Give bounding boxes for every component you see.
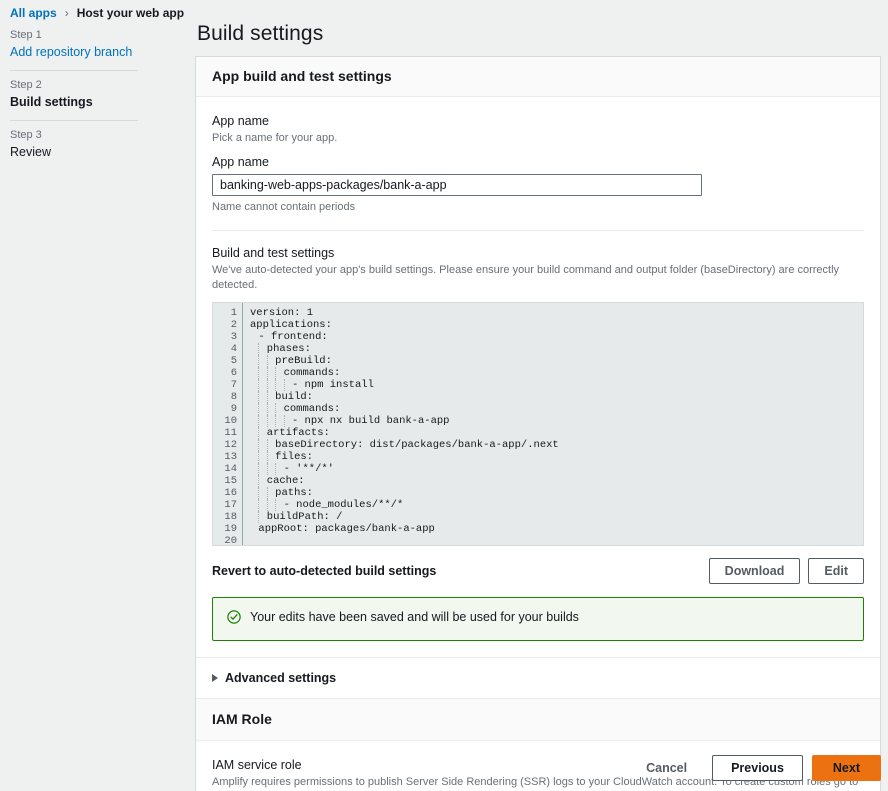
edit-button[interactable]: Edit [808, 558, 864, 584]
editor-code-line: commands: [250, 403, 863, 415]
app-name-label: App name [212, 155, 864, 169]
editor-line-number: 19 [213, 523, 237, 535]
card-body: App name Pick a name for your app. App n… [196, 97, 880, 657]
editor-line-number: 9 [213, 403, 237, 415]
card-header-title: App build and test settings [212, 68, 864, 84]
editor-code-line: - npm install [250, 379, 863, 391]
wizard-step-3-number: Step 3 [10, 128, 138, 143]
page-title: Build settings [197, 22, 881, 46]
advanced-settings-section[interactable]: Advanced settings [196, 657, 880, 698]
wizard-step-1-label[interactable]: Add repository branch [10, 44, 138, 61]
wizard-step-3-label: Review [10, 144, 138, 161]
build-test-section: Build and test settings We've auto-detec… [212, 245, 864, 641]
wizard-step-2-number: Step 2 [10, 78, 138, 93]
iam-role-title: IAM Role [212, 711, 864, 727]
editor-line-number: 4 [213, 343, 237, 355]
editor-code-line: - '**/*' [250, 463, 863, 475]
buildspec-editor[interactable]: 1234567891011121314151617181920 version:… [212, 302, 864, 546]
editor-line-number: 11 [213, 427, 237, 439]
editor-line-numbers: 1234567891011121314151617181920 [213, 303, 243, 545]
editor-actions-row: Revert to auto-detected build settings D… [212, 558, 864, 584]
editor-line-number: 12 [213, 439, 237, 451]
editor-code-line: paths: [250, 487, 863, 499]
editor-line-number: 16 [213, 487, 237, 499]
editor-code-line: baseDirectory: dist/packages/bank-a-app/… [250, 439, 863, 451]
wizard-step-1[interactable]: Step 1 Add repository branch [10, 28, 138, 70]
editor-code-line: buildPath: / [250, 511, 863, 523]
editor-line-number: 7 [213, 379, 237, 391]
editor-code-line [250, 535, 863, 545]
editor-line-number: 18 [213, 511, 237, 523]
download-button[interactable]: Download [709, 558, 801, 584]
previous-button[interactable]: Previous [712, 755, 803, 781]
advanced-settings-toggle[interactable]: Advanced settings [212, 671, 864, 685]
editor-code-line: - npx nx build bank-a-app [250, 415, 863, 427]
editor-line-number: 1 [213, 307, 237, 319]
wizard-step-2-label: Build settings [10, 94, 138, 111]
editor-line-number: 10 [213, 415, 237, 427]
editor-code[interactable]: version: 1applications: - frontend: phas… [243, 303, 863, 545]
section-divider [212, 230, 864, 231]
editor-code-line: - frontend: [250, 331, 863, 343]
build-test-description: We've auto-detected your app's build set… [212, 263, 864, 293]
success-check-icon [227, 610, 241, 629]
editor-line-number: 20 [213, 535, 237, 546]
breadcrumb-current: Host your web app [77, 6, 184, 20]
app-name-description: Pick a name for your app. [212, 131, 864, 146]
wizard-step-1-number: Step 1 [10, 28, 138, 43]
editor-code-line: applications: [250, 319, 863, 331]
caret-right-icon [212, 674, 218, 682]
editor-code-line: artifacts: [250, 427, 863, 439]
editor-code-line: appRoot: packages/bank-a-app [250, 523, 863, 535]
editor-code-line: - node_modules/**/* [250, 499, 863, 511]
editor-code-line: cache: [250, 475, 863, 487]
editor-code-line: build: [250, 391, 863, 403]
revert-build-settings-link[interactable]: Revert to auto-detected build settings [212, 564, 436, 578]
editor-line-number: 8 [213, 391, 237, 403]
wizard-step-2[interactable]: Step 2 Build settings [10, 70, 138, 120]
cancel-button[interactable]: Cancel [630, 755, 703, 781]
editor-code-line: commands: [250, 367, 863, 379]
wizard-steps: Step 1 Add repository branch Step 2 Buil… [10, 28, 138, 170]
save-success-alert: Your edits have been saved and will be u… [212, 597, 864, 641]
main-content: Build settings App build and test settin… [195, 22, 881, 791]
save-success-message: Your edits have been saved and will be u… [250, 609, 579, 625]
editor-code-line: phases: [250, 343, 863, 355]
app-name-hint: Name cannot contain periods [212, 201, 864, 213]
editor-line-number: 14 [213, 463, 237, 475]
build-settings-page: All apps › Host your web app Step 1 Add … [0, 0, 888, 791]
wizard-footer: Cancel Previous Next [195, 755, 881, 781]
editor-code-line: files: [250, 451, 863, 463]
editor-line-number: 6 [213, 367, 237, 379]
editor-code-line: preBuild: [250, 355, 863, 367]
breadcrumb-all-apps[interactable]: All apps [10, 6, 57, 20]
editor-button-group: Download Edit [709, 558, 864, 584]
editor-line-number: 3 [213, 331, 237, 343]
breadcrumb-separator-icon: › [65, 6, 69, 20]
editor-line-number: 2 [213, 319, 237, 331]
next-button[interactable]: Next [812, 755, 881, 781]
app-name-section: App name Pick a name for your app. App n… [212, 113, 864, 213]
advanced-settings-label: Advanced settings [225, 671, 336, 685]
app-name-title: App name [212, 113, 864, 130]
editor-line-number: 17 [213, 499, 237, 511]
editor-line-number: 5 [213, 355, 237, 367]
card-header: App build and test settings [196, 57, 880, 97]
editor-code-line: version: 1 [250, 307, 863, 319]
editor-line-number: 13 [213, 451, 237, 463]
editor-line-number: 15 [213, 475, 237, 487]
build-test-title: Build and test settings [212, 245, 864, 262]
breadcrumb: All apps › Host your web app [10, 6, 184, 20]
wizard-step-3: Step 3 Review [10, 120, 138, 170]
build-settings-card: App build and test settings App name Pic… [195, 56, 881, 791]
app-name-input[interactable] [212, 174, 702, 196]
iam-role-header: IAM Role [196, 698, 880, 741]
buildspec-editor-wrap: 1234567891011121314151617181920 version:… [212, 302, 864, 546]
